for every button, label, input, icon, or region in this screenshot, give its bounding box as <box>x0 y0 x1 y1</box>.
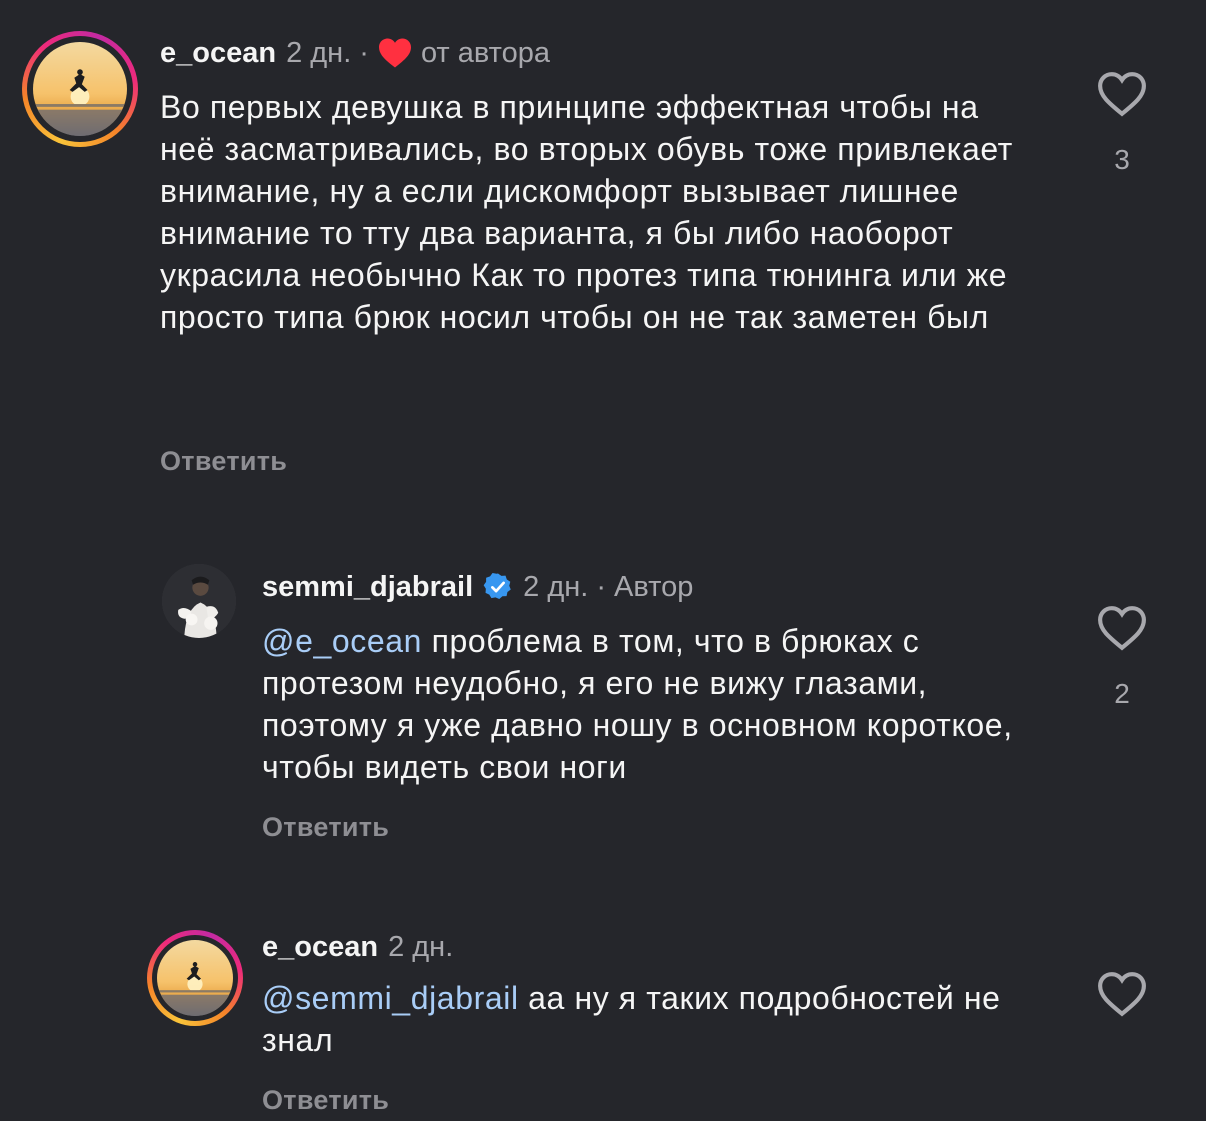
like-count: 3 <box>1114 144 1130 175</box>
like-column: 3 <box>1092 71 1152 177</box>
heart-outline-icon[interactable] <box>1097 605 1147 651</box>
comment-header: e_ocean 2 дн. <box>262 929 453 965</box>
mention-link[interactable]: @semmi_djabrail <box>262 980 519 1016</box>
separator: · <box>359 37 369 69</box>
heart-filled-icon <box>378 38 411 68</box>
avatar <box>33 42 127 136</box>
comment-text: @e_ocean проблема в том, что в брюках с … <box>262 620 1062 788</box>
separator: · <box>596 571 607 603</box>
comment-1: e_ocean 2 дн. · от автора Во первых деву… <box>0 0 1206 500</box>
comment-text: Во первых девушка в принципе эффектная ч… <box>160 86 1040 338</box>
avatar[interactable] <box>162 564 236 638</box>
reply-button[interactable]: Ответить <box>160 444 287 478</box>
reply-button[interactable]: Ответить <box>262 810 389 844</box>
like-column: 2 <box>1092 605 1152 711</box>
heart-outline-icon[interactable] <box>1097 71 1147 117</box>
reply-button[interactable]: Ответить <box>262 1083 389 1117</box>
avatar <box>157 940 233 1016</box>
comment-header: e_ocean 2 дн. · от автора <box>160 35 550 71</box>
heart-outline-icon[interactable] <box>1097 971 1147 1017</box>
verified-badge-icon <box>483 573 511 599</box>
username[interactable]: e_ocean <box>160 35 276 71</box>
author-label: Автор <box>614 571 694 603</box>
username[interactable]: e_ocean <box>262 929 378 965</box>
username[interactable]: semmi_djabrail <box>262 569 473 605</box>
sunset-photo-icon <box>33 42 127 136</box>
timestamp: 2 дн. <box>523 571 589 603</box>
comment-text: @semmi_djabrail аа ну я таких подробност… <box>262 977 1062 1061</box>
liked-by-author-label: от автора <box>420 37 551 69</box>
avatar-story-ring[interactable] <box>147 930 243 1026</box>
comment-header: semmi_djabrail 2 дн. · Автор <box>262 569 693 605</box>
comment-body: Во первых девушка в принципе эффектная ч… <box>160 89 1013 335</box>
sunset-photo-icon <box>157 940 233 1016</box>
timestamp: 2 дн. <box>286 37 352 69</box>
performer-photo-icon <box>162 564 236 638</box>
avatar-story-ring[interactable] <box>22 31 138 147</box>
like-column <box>1092 971 1152 1017</box>
timestamp: 2 дн. <box>388 931 454 963</box>
like-count: 2 <box>1114 678 1130 709</box>
mention-link[interactable]: @e_ocean <box>262 623 422 659</box>
